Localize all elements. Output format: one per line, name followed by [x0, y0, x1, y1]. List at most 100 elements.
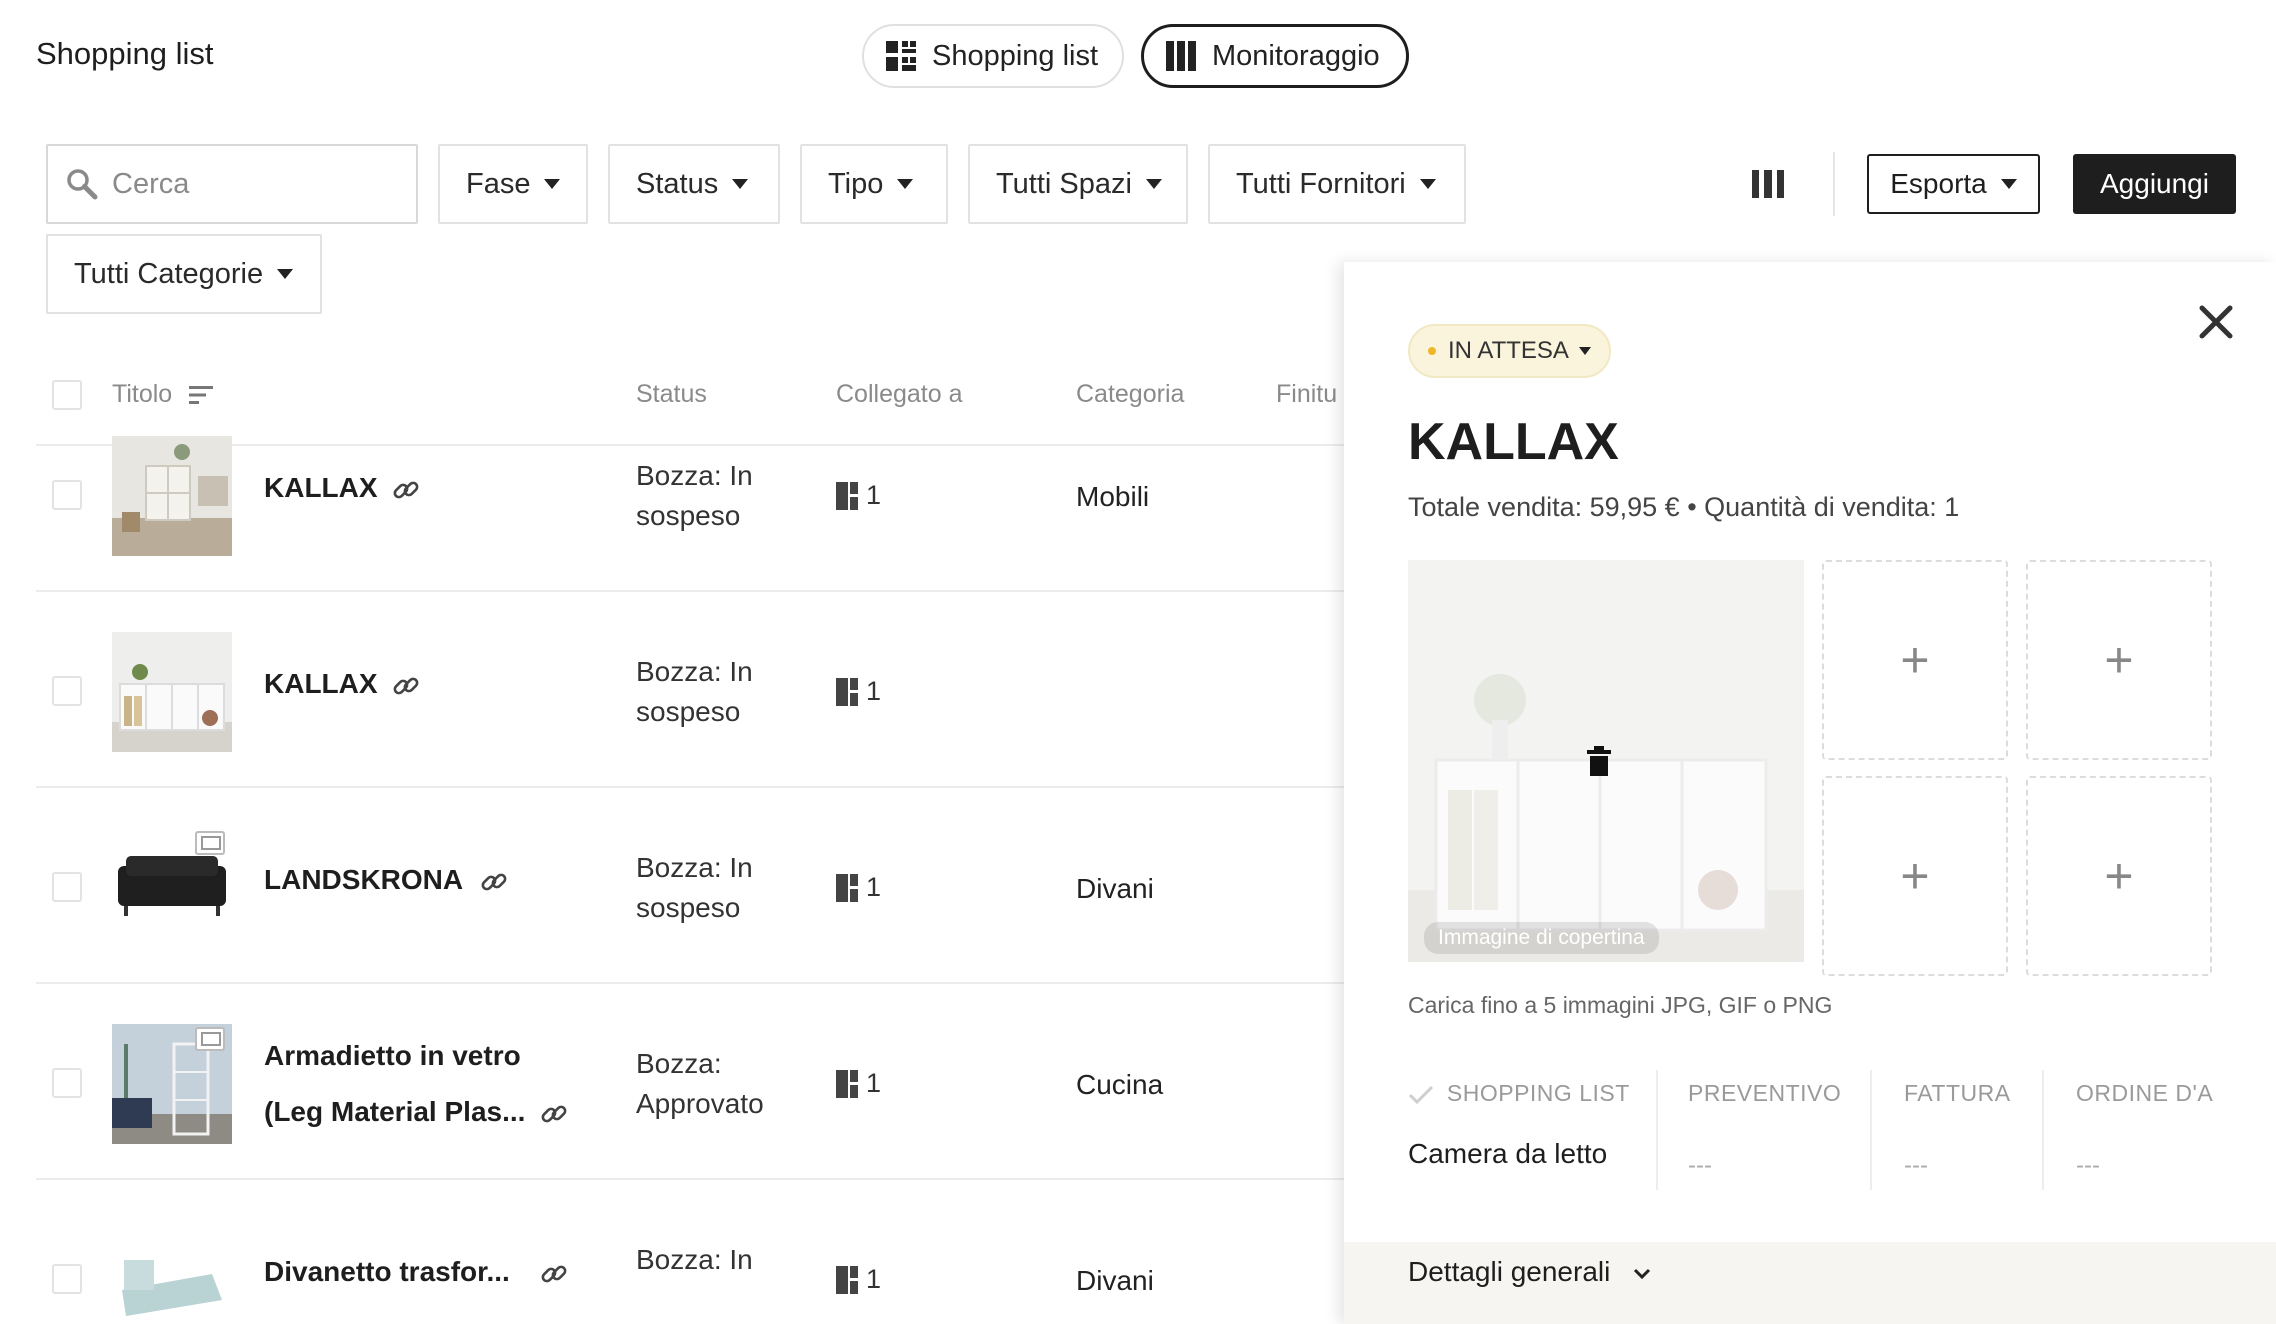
row-linked[interactable]: 1 — [836, 480, 881, 511]
product-thumbnail — [112, 828, 232, 948]
filter-tipo[interactable]: Tipo — [800, 144, 948, 224]
sort-icon — [189, 386, 214, 405]
select-all-checkbox[interactable] — [52, 380, 82, 410]
linked-items-icon — [836, 873, 858, 902]
stage-fattura[interactable]: FATTURA — [1904, 1080, 2011, 1107]
stage-value: --- — [1904, 1152, 1928, 1179]
upload-hint: Carica fino a 5 immagini JPG, GIF o PNG — [1408, 992, 1833, 1018]
row-status: Bozza: In sospeso — [636, 460, 753, 531]
chevron-down-icon — [1634, 1268, 1651, 1279]
row-checkbox[interactable] — [52, 676, 82, 706]
filter-categorie[interactable]: Tutti Categorie — [46, 234, 322, 314]
export-label: Esporta — [1890, 168, 1987, 199]
general-details-section[interactable]: Dettagli generali — [1344, 1242, 2276, 1324]
row-title[interactable]: Divanetto trasfor... — [264, 1256, 510, 1288]
status-badge[interactable]: IN ATTESA — [1408, 324, 1611, 378]
export-button[interactable]: Esporta — [1867, 154, 2040, 214]
add-image-button[interactable]: + — [2026, 560, 2212, 760]
caret-down-icon — [897, 179, 914, 189]
caret-down-icon — [2000, 179, 2017, 189]
row-checkbox[interactable] — [52, 1068, 82, 1098]
row-linked[interactable]: 1 — [836, 872, 881, 903]
link-icon[interactable] — [480, 868, 508, 896]
row-status: Bozza: In — [636, 1244, 753, 1275]
divider — [36, 786, 1346, 788]
row-checkbox[interactable] — [52, 872, 82, 902]
row-title[interactable]: KALLAX — [264, 472, 378, 504]
filter-label: Status — [636, 167, 719, 200]
caret-down-icon — [1578, 347, 1591, 355]
search-input[interactable] — [112, 167, 392, 201]
view-switch-monitoraggio[interactable]: Monitoraggio — [1141, 24, 1409, 88]
row-title-line2[interactable]: (Leg Material Plas... — [264, 1096, 525, 1128]
search-box[interactable] — [46, 144, 418, 224]
stage-preventivo[interactable]: PREVENTIVO — [1688, 1080, 1841, 1107]
product-thumbnail — [112, 632, 232, 752]
grid-icon — [886, 41, 916, 71]
panel-title: KALLAX — [1408, 413, 1619, 471]
row-status: Bozza: Approvato — [636, 1048, 764, 1119]
divider — [36, 982, 1346, 984]
link-icon[interactable] — [540, 1260, 568, 1288]
row-linked[interactable]: 1 — [836, 1264, 881, 1295]
row-checkbox[interactable] — [52, 1264, 82, 1294]
linked-items-icon — [836, 677, 858, 706]
add-button[interactable]: Aggiungi — [2073, 154, 2236, 214]
view-switch-shopping-list[interactable]: Shopping list — [862, 24, 1124, 88]
add-image-button[interactable]: + — [1822, 560, 2008, 760]
stage-shopping-list[interactable]: SHOPPING LIST — [1408, 1080, 1630, 1107]
stage-ordine[interactable]: ORDINE D'A — [2076, 1080, 2276, 1107]
linked-items-icon — [836, 481, 858, 510]
row-title-line1[interactable]: Armadietto in vetro — [264, 1040, 521, 1072]
stage-value: --- — [2076, 1152, 2100, 1179]
divider — [1870, 1070, 1872, 1190]
column-header-finish[interactable]: Finitu — [1276, 380, 1337, 409]
column-header-linked[interactable]: Collegato a — [836, 380, 962, 409]
search-icon — [67, 169, 98, 200]
close-icon[interactable] — [2196, 302, 2236, 342]
row-linked[interactable]: 1 — [836, 676, 881, 707]
filter-label: Tipo — [828, 167, 884, 200]
caret-down-icon — [1419, 179, 1436, 189]
divider — [36, 1178, 1346, 1180]
status-dot-icon — [1428, 347, 1436, 355]
row-title[interactable]: LANDSKRONA — [264, 864, 463, 896]
add-image-button[interactable]: + — [1822, 776, 2008, 976]
column-header-title[interactable]: Titolo — [112, 380, 215, 409]
product-thumbnail — [112, 436, 232, 556]
cover-label: Immagine di copertina — [1424, 922, 1659, 954]
row-status: Bozza: In sospeso — [636, 656, 753, 727]
filter-fornitori[interactable]: Tutti Fornitori — [1208, 144, 1466, 224]
columns-icon — [1166, 41, 1196, 71]
column-header-category[interactable]: Categoria — [1076, 380, 1184, 409]
columns-toggle-icon[interactable] — [1752, 170, 1784, 198]
linked-items-icon — [836, 1265, 858, 1294]
divider — [36, 590, 1346, 592]
link-icon[interactable] — [540, 1100, 568, 1128]
view-switch-label: Monitoraggio — [1212, 39, 1380, 72]
caret-down-icon — [732, 179, 749, 189]
product-thumbnail — [112, 1024, 232, 1144]
filter-label: Tutti Categorie — [74, 257, 264, 290]
filter-fase[interactable]: Fase — [438, 144, 588, 224]
trash-icon[interactable] — [1586, 746, 1612, 776]
link-icon[interactable] — [392, 476, 420, 504]
divider — [1656, 1070, 1658, 1190]
filter-status[interactable]: Status — [608, 144, 780, 224]
row-title[interactable]: KALLAX — [264, 668, 378, 700]
caret-down-icon — [277, 269, 294, 279]
column-header-status[interactable]: Status — [636, 380, 707, 409]
detail-panel: IN ATTESA KALLAX Totale vendita: 59,95 €… — [1344, 262, 2276, 1324]
panel-subtitle: Totale vendita: 59,95 € • Quantità di ve… — [1408, 492, 1960, 522]
add-image-button[interactable]: + — [2026, 776, 2212, 976]
row-checkbox[interactable] — [52, 480, 82, 510]
link-icon[interactable] — [392, 672, 420, 700]
general-details-toggle[interactable]: Dettagli generali — [1408, 1256, 1652, 1288]
row-linked[interactable]: 1 — [836, 1068, 881, 1099]
row-status: Bozza: In sospeso — [636, 852, 753, 923]
cover-image[interactable]: Immagine di copertina — [1408, 560, 1804, 962]
filter-spazi[interactable]: Tutti Spazi — [968, 144, 1188, 224]
divider — [36, 444, 1346, 446]
row-category: Mobili — [1076, 481, 1150, 512]
divider — [1833, 152, 1835, 216]
